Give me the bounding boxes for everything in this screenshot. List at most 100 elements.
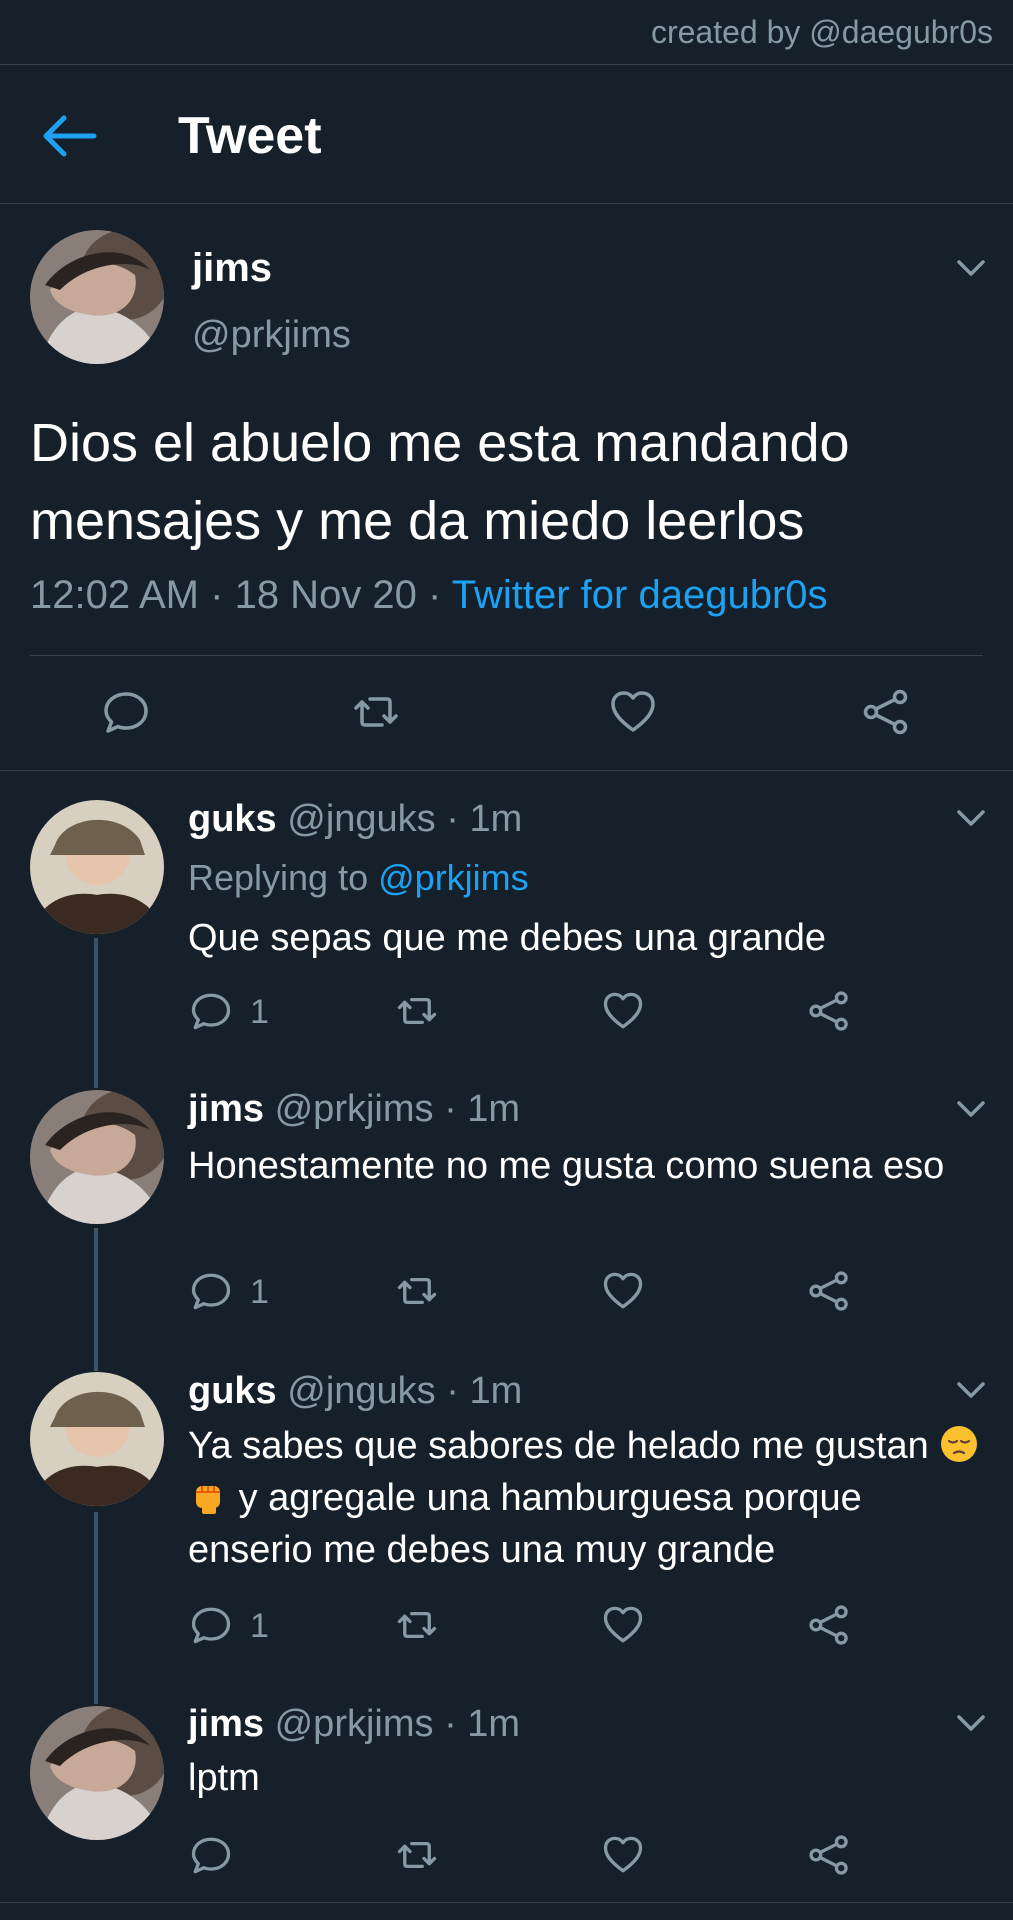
avatar-image [30,800,164,934]
reply-count: 1 [250,993,269,1031]
like-button[interactable] [609,688,657,736]
chevron-down-icon [957,1382,985,1398]
reply-author-handle[interactable]: @prkjims [275,1703,434,1745]
retweet-button[interactable] [396,1604,438,1646]
reply-header: jims @prkjims · 1m [188,1088,520,1131]
share-button[interactable] [808,1604,850,1646]
top-divider [0,64,1013,65]
reply-menu-button[interactable] [954,1378,988,1402]
heart-icon [603,1272,643,1309]
avatar-image [30,1706,164,1840]
retweet-button[interactable] [396,1270,438,1312]
avatar[interactable] [30,1090,164,1224]
chevron-down-icon [957,1715,985,1731]
retweet-icon [397,997,437,1025]
avatar-image [30,230,164,364]
reply-header: guks @jnguks · 1m [188,1370,522,1413]
avatar[interactable] [30,1706,164,1840]
replying-prefix: Replying to [188,857,369,898]
reply-time: 1m [469,1370,523,1412]
like-button[interactable] [602,1604,644,1646]
arrow-left-icon [43,115,97,157]
tweet-menu-button[interactable] [954,256,988,280]
reply-text-part: Ya sabes que sabores de helado me gustan [188,1425,929,1467]
replying-to: Replying to @prkjims [188,857,529,899]
like-button[interactable] [602,1834,644,1876]
back-button[interactable] [42,112,98,160]
reply-author-name[interactable]: jims [188,1088,264,1130]
reply-count: 1 [250,1273,269,1311]
reply-author-handle[interactable]: @prkjims [275,1088,434,1130]
share-icon [809,991,848,1031]
avatar[interactable] [30,1372,164,1506]
meta-separator: · [444,1088,457,1130]
reply-icon [104,692,148,733]
share-button[interactable] [808,990,850,1032]
actions-divider [0,770,1013,771]
thread-line [94,1228,98,1371]
tweet-time: 12:02 AM [30,573,200,617]
reply-button[interactable] [190,1604,232,1646]
reply-icon [191,1607,231,1644]
reply-button[interactable] [190,1834,232,1876]
share-button[interactable] [862,688,910,736]
reply-icon [191,993,231,1030]
reply-button[interactable] [190,990,232,1032]
reply-header: guks @jnguks · 1m [188,798,522,841]
reply-text: Honestamente no me gusta como suena eso [188,1145,945,1187]
meta-separator: · [446,1370,459,1412]
like-button[interactable] [602,990,644,1032]
retweet-icon [397,1841,437,1869]
reply-author-handle[interactable]: @jnguks [287,798,435,840]
share-button[interactable] [808,1270,850,1312]
reply-menu-button[interactable] [954,806,988,830]
heart-icon [603,1836,643,1873]
reply-author-name[interactable]: guks [188,798,277,840]
tweet-meta: 12:02 AM · 18 Nov 20 · Twitter for daegu… [30,573,828,618]
heart-icon [611,691,655,732]
chevron-down-icon [957,810,985,826]
retweet-button[interactable] [396,990,438,1032]
reply-button[interactable] [102,688,150,736]
reply-text: Ya sabes que sabores de helado me gustan… [188,1420,988,1576]
share-icon [809,1271,848,1311]
tweet-date: 18 Nov 20 [234,573,417,617]
reply-button[interactable] [190,1270,232,1312]
header-divider [0,203,1013,204]
avatar-image [30,1090,164,1224]
avatar-image [30,1372,164,1506]
reply-time: 1m [467,1088,521,1130]
bottom-divider [0,1902,1013,1903]
reply-author-name[interactable]: jims [188,1703,264,1745]
retweet-button[interactable] [352,688,400,736]
reply-icon [191,1273,231,1310]
credit-watermark: created by @daegubr0s [650,14,993,50]
reply-menu-button[interactable] [954,1711,988,1735]
share-icon [809,1835,848,1875]
retweet-button[interactable] [396,1834,438,1876]
meta-separator: · [446,798,459,840]
author-handle[interactable]: @prkjims [192,314,351,357]
retweet-icon [354,697,398,727]
page-title: Tweet [178,107,322,165]
reply-text: lptm [188,1757,260,1799]
meta-separator: · [444,1703,457,1745]
share-button[interactable] [808,1834,850,1876]
meta-separator: · [428,573,452,617]
reply-author-name[interactable]: guks [188,1370,277,1412]
reply-time: 1m [469,798,523,840]
thread-line [94,1512,98,1704]
author-name[interactable]: jims [192,246,272,291]
reply-text: Que sepas que me debes una grande [188,917,827,959]
reply-author-handle[interactable]: @jnguks [287,1370,435,1412]
mention-link[interactable]: @prkjims [378,857,529,898]
chevron-down-icon [957,1101,985,1117]
like-button[interactable] [602,1270,644,1312]
avatar[interactable] [30,800,164,934]
avatar[interactable] [30,230,164,364]
pensive-face-icon [939,1424,979,1464]
reply-menu-button[interactable] [954,1097,988,1121]
thread-line [94,938,98,1088]
reply-time: 1m [467,1703,521,1745]
tweet-source-link[interactable]: Twitter for daegubr0s [452,573,828,617]
